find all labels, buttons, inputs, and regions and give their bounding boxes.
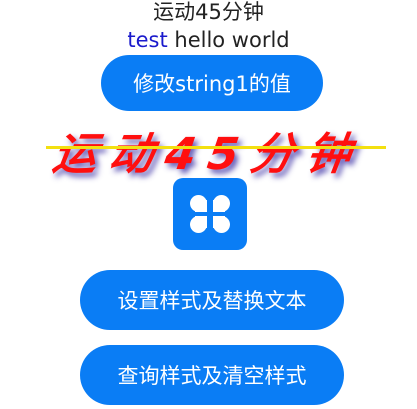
styled-text-block: 运动45分钟	[0, 118, 417, 180]
page: 运动45分钟 test hello world 修改string1的值 运动45…	[0, 0, 417, 409]
app-grid-icon	[173, 178, 247, 250]
query-style-button[interactable]: 查询样式及清空样式	[80, 345, 344, 405]
hello-rest: hello world	[167, 28, 290, 52]
hello-text: test hello world	[0, 28, 417, 52]
styled-text: 运动45分钟	[49, 129, 367, 180]
modify-string-button[interactable]: 修改string1的值	[101, 55, 323, 111]
set-style-button[interactable]: 设置样式及替换文本	[80, 270, 344, 330]
text-decoration-line	[46, 146, 386, 149]
page-title: 运动45分钟	[153, 0, 264, 24]
hello-prefix: test	[127, 28, 168, 52]
